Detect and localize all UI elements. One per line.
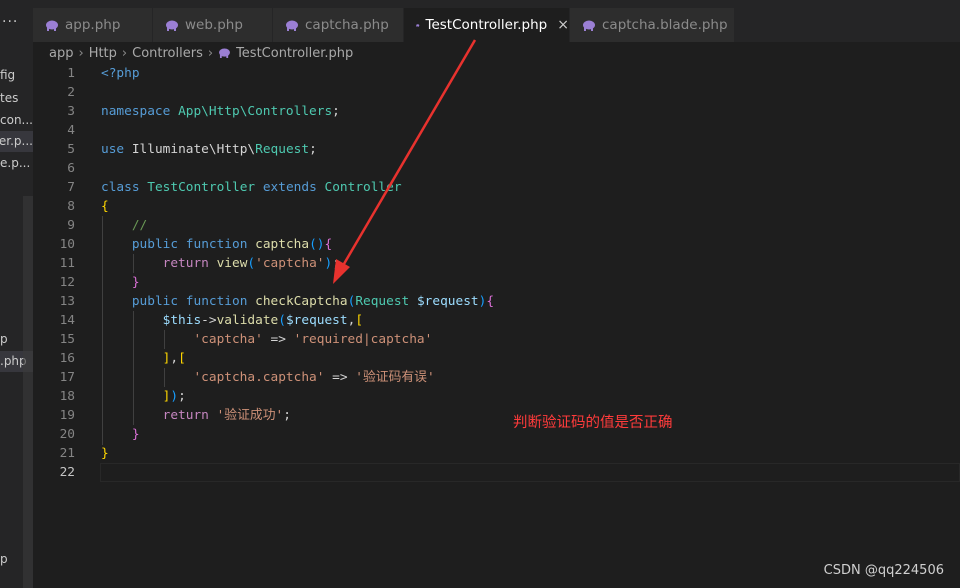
code-line: 20 } xyxy=(33,425,960,444)
line-number: 8 xyxy=(67,199,75,214)
code-line: 7 class TestController extends Controller xyxy=(33,178,960,197)
tab-captcha-blade-php[interactable]: captcha.blade.php xyxy=(570,8,735,42)
code-text: // xyxy=(131,218,148,233)
php-elephant-icon xyxy=(219,48,231,58)
explorer-item[interactable]: e.p... xyxy=(0,153,33,174)
php-elephant-icon xyxy=(286,20,298,31)
code-line: 6 xyxy=(33,159,960,178)
code-line: 15 'captcha' => 'required|captcha' xyxy=(33,330,960,349)
code-line: 18 ]); xyxy=(33,387,960,406)
line-number: 15 xyxy=(59,332,75,347)
annotation-text: 判断验证码的值是否正确 xyxy=(513,415,673,431)
tab-web-php[interactable]: web.php xyxy=(153,8,273,42)
chevron-right-icon: › xyxy=(121,45,128,61)
php-elephant-icon xyxy=(416,23,420,27)
line-number: 11 xyxy=(59,256,75,271)
code-text: namespace App\Http\Controllers; xyxy=(101,104,340,119)
code-text: class TestController extends Controller xyxy=(101,180,402,195)
line-number: 6 xyxy=(67,161,75,176)
explorer-item[interactable]: tes xyxy=(0,88,33,109)
tab-app-php[interactable]: app.php xyxy=(33,8,153,42)
line-number: 13 xyxy=(59,294,75,309)
line-number: 9 xyxy=(67,218,75,233)
code-editor[interactable]: 1 <?php 2 3 namespace App\Http\Controllers… xyxy=(33,64,960,588)
line-number: 2 xyxy=(67,85,75,100)
chevron-right-icon: › xyxy=(78,45,84,61)
tab-label: captcha.php xyxy=(305,17,389,33)
code-line: 11 return view('captcha'); xyxy=(33,254,960,273)
code-line: 2 xyxy=(33,83,960,102)
more-actions-icon[interactable]: ... xyxy=(2,10,18,26)
code-line: 17 'captcha.captcha' => '验证码有误' xyxy=(33,368,960,387)
code-text: <?php xyxy=(101,66,140,81)
code-text: { xyxy=(101,199,109,214)
breadcrumb-item[interactable]: Controllers xyxy=(132,46,203,61)
line-number: 7 xyxy=(67,180,75,195)
editor-tab-bar: app.php web.php captcha.php TestControll… xyxy=(33,0,960,42)
line-number: 22 xyxy=(59,465,75,480)
code-line: 14 $this->validate($request,[ xyxy=(33,311,960,330)
code-text: return '验证成功'; xyxy=(162,408,291,423)
sidebar-scrollbar[interactable] xyxy=(23,196,33,588)
code-line: 21} xyxy=(33,444,960,463)
chevron-right-icon: › xyxy=(207,45,214,61)
line-number: 12 xyxy=(59,275,75,290)
code-line: 4 xyxy=(33,121,960,140)
tab-captcha-php[interactable]: captcha.php xyxy=(273,8,404,42)
close-tab-icon[interactable]: × xyxy=(557,17,569,33)
tab-testcontroller-php[interactable]: TestController.php × xyxy=(404,8,570,42)
code-line: 1 <?php xyxy=(33,64,960,83)
breadcrumb-item[interactable]: Http xyxy=(89,46,117,61)
code-line-current: 22 xyxy=(33,463,960,482)
line-number: 20 xyxy=(59,427,75,442)
code-line: 19 return '验证成功'; xyxy=(33,406,960,425)
code-text: ],[ xyxy=(162,351,186,366)
code-text: ]); xyxy=(162,389,186,404)
watermark: CSDN @qq224506 xyxy=(823,563,944,578)
line-number: 4 xyxy=(67,123,75,138)
line-number: 5 xyxy=(67,142,75,157)
code-line: 13 public function checkCaptcha(Request … xyxy=(33,292,960,311)
code-text: } xyxy=(131,275,140,290)
explorer-sidebar: ... fig tes con... er.p... e.p... p .php… xyxy=(0,0,33,588)
explorer-item[interactable]: con... xyxy=(0,110,33,131)
code-text: public function captcha(){ xyxy=(131,237,333,252)
code-line: 3 namespace App\Http\Controllers; xyxy=(33,102,960,121)
php-elephant-icon xyxy=(166,20,178,31)
code-text: } xyxy=(131,427,140,442)
line-number: 10 xyxy=(59,237,75,252)
line-number: 17 xyxy=(59,370,75,385)
code-line: 8{ xyxy=(33,197,960,216)
line-number: 19 xyxy=(59,408,75,423)
code-line: 10 public function captcha(){ xyxy=(33,235,960,254)
code-text: return view('captcha'); xyxy=(162,256,340,271)
explorer-item[interactable]: fig xyxy=(0,65,33,86)
code-line: 9 // xyxy=(33,216,960,235)
code-text: $this->validate($request,[ xyxy=(162,313,364,328)
php-elephant-icon xyxy=(583,20,595,31)
line-number: 18 xyxy=(59,389,75,404)
line-number: 14 xyxy=(59,313,75,328)
php-elephant-icon xyxy=(46,20,58,31)
code-text: 'captcha' => 'required|captcha' xyxy=(193,332,433,347)
line-number: 1 xyxy=(67,66,75,81)
tab-label: web.php xyxy=(185,17,243,33)
code-text: use Illuminate\Http\Request; xyxy=(101,142,317,157)
breadcrumb-item[interactable]: app xyxy=(49,46,73,61)
code-line: 5 use Illuminate\Http\Request; xyxy=(33,140,960,159)
code-text: } xyxy=(101,446,109,461)
line-number: 3 xyxy=(67,104,75,119)
code-text: public function checkCaptcha(Request $re… xyxy=(131,294,495,309)
tab-label: captcha.blade.php xyxy=(602,17,728,33)
code-text: 'captcha.captcha' => '验证码有误' xyxy=(193,370,435,385)
breadcrumb-item[interactable]: TestController.php xyxy=(236,46,353,61)
code-line: 12 } xyxy=(33,273,960,292)
breadcrumb: app › Http › Controllers › TestControlle… xyxy=(33,42,960,64)
tab-label: TestController.php xyxy=(425,17,548,33)
line-number: 16 xyxy=(59,351,75,366)
explorer-item-selected[interactable]: er.p... xyxy=(0,131,33,152)
tab-label: app.php xyxy=(65,17,121,33)
code-line: 16 ],[ xyxy=(33,349,960,368)
line-number: 21 xyxy=(59,446,75,461)
